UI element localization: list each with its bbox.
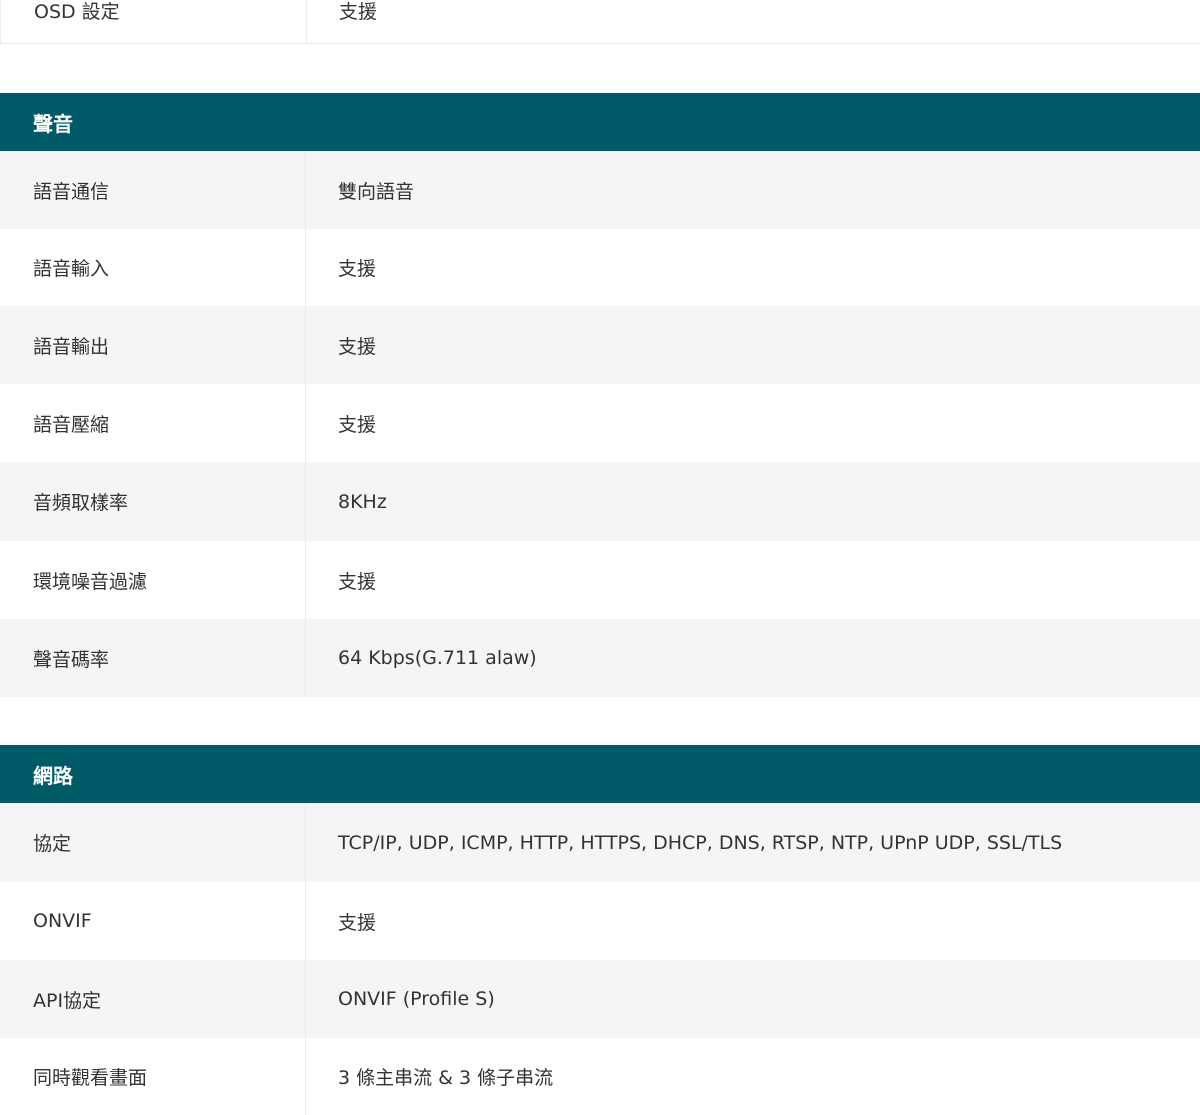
spec-row: 語音通信 雙向語音 [0, 151, 1200, 229]
spec-value: 支援 [338, 258, 377, 280]
spec-label: 語音輸入 [0, 229, 306, 306]
spec-label: 音頻取樣率 [0, 462, 306, 541]
spec-row: 協定 TCP/IP, UDP, ICMP, HTTP, HTTPS, DHCP,… [0, 803, 1200, 882]
spec-value: 支援 [338, 413, 377, 436]
spec-value: 雙向語音 [338, 180, 415, 203]
spec-label: 語音輸出 [0, 306, 306, 384]
spec-value: 支援 [339, 1, 378, 23]
spec-row: 語音輸出 支援 [0, 306, 1200, 384]
spec-label: 環境噪音過濾 [0, 541, 306, 619]
spec-row: 同時觀看畫面 3 條主串流 & 3 條子串流 [0, 1038, 1200, 1115]
spec-label: 語音通信 [0, 151, 306, 229]
section-header-audio: 聲音 [0, 93, 1200, 151]
spec-label: 協定 [0, 803, 306, 882]
spec-value: 3 條主串流 & 3 條子串流 [338, 1067, 554, 1089]
spec-label: 語音壓縮 [0, 384, 306, 462]
spec-value: 8KHz [338, 490, 387, 513]
spec-value: 64 Kbps(G.711 alaw) [338, 647, 537, 669]
spec-row: 語音輸入 支援 [0, 229, 1200, 306]
spec-label: OSD 設定 [1, 0, 307, 43]
spec-row: 音頻取樣率 8KHz [0, 462, 1200, 541]
spec-value: 支援 [338, 335, 377, 358]
spec-value: 支援 [338, 911, 377, 934]
spec-value: TCP/IP, UDP, ICMP, HTTP, HTTPS, DHCP, DN… [338, 831, 1063, 854]
spec-row: API協定 ONVIF (Profile S) [0, 960, 1200, 1038]
spec-label: 同時觀看畫面 [0, 1038, 306, 1115]
spec-page: OSD 設定 支援 聲音 語音通信 雙向語音 語音輸入 支援 語音輸出 支援 語… [0, 0, 1200, 1115]
spec-row: ONVIF 支援 [0, 882, 1200, 960]
spec-value: ONVIF (Profile S) [338, 988, 495, 1010]
spec-value: 支援 [338, 570, 377, 593]
spec-row: 聲音碼率 64 Kbps(G.711 alaw) [0, 619, 1200, 697]
spec-row-osd: OSD 設定 支援 [0, 0, 1200, 44]
spec-row: 環境噪音過濾 支援 [0, 541, 1200, 619]
section-header-network: 網路 [0, 745, 1200, 803]
spec-row: 語音壓縮 支援 [0, 384, 1200, 462]
spec-label: ONVIF [0, 882, 306, 960]
spec-label: API協定 [0, 960, 306, 1038]
spec-label: 聲音碼率 [0, 619, 306, 697]
